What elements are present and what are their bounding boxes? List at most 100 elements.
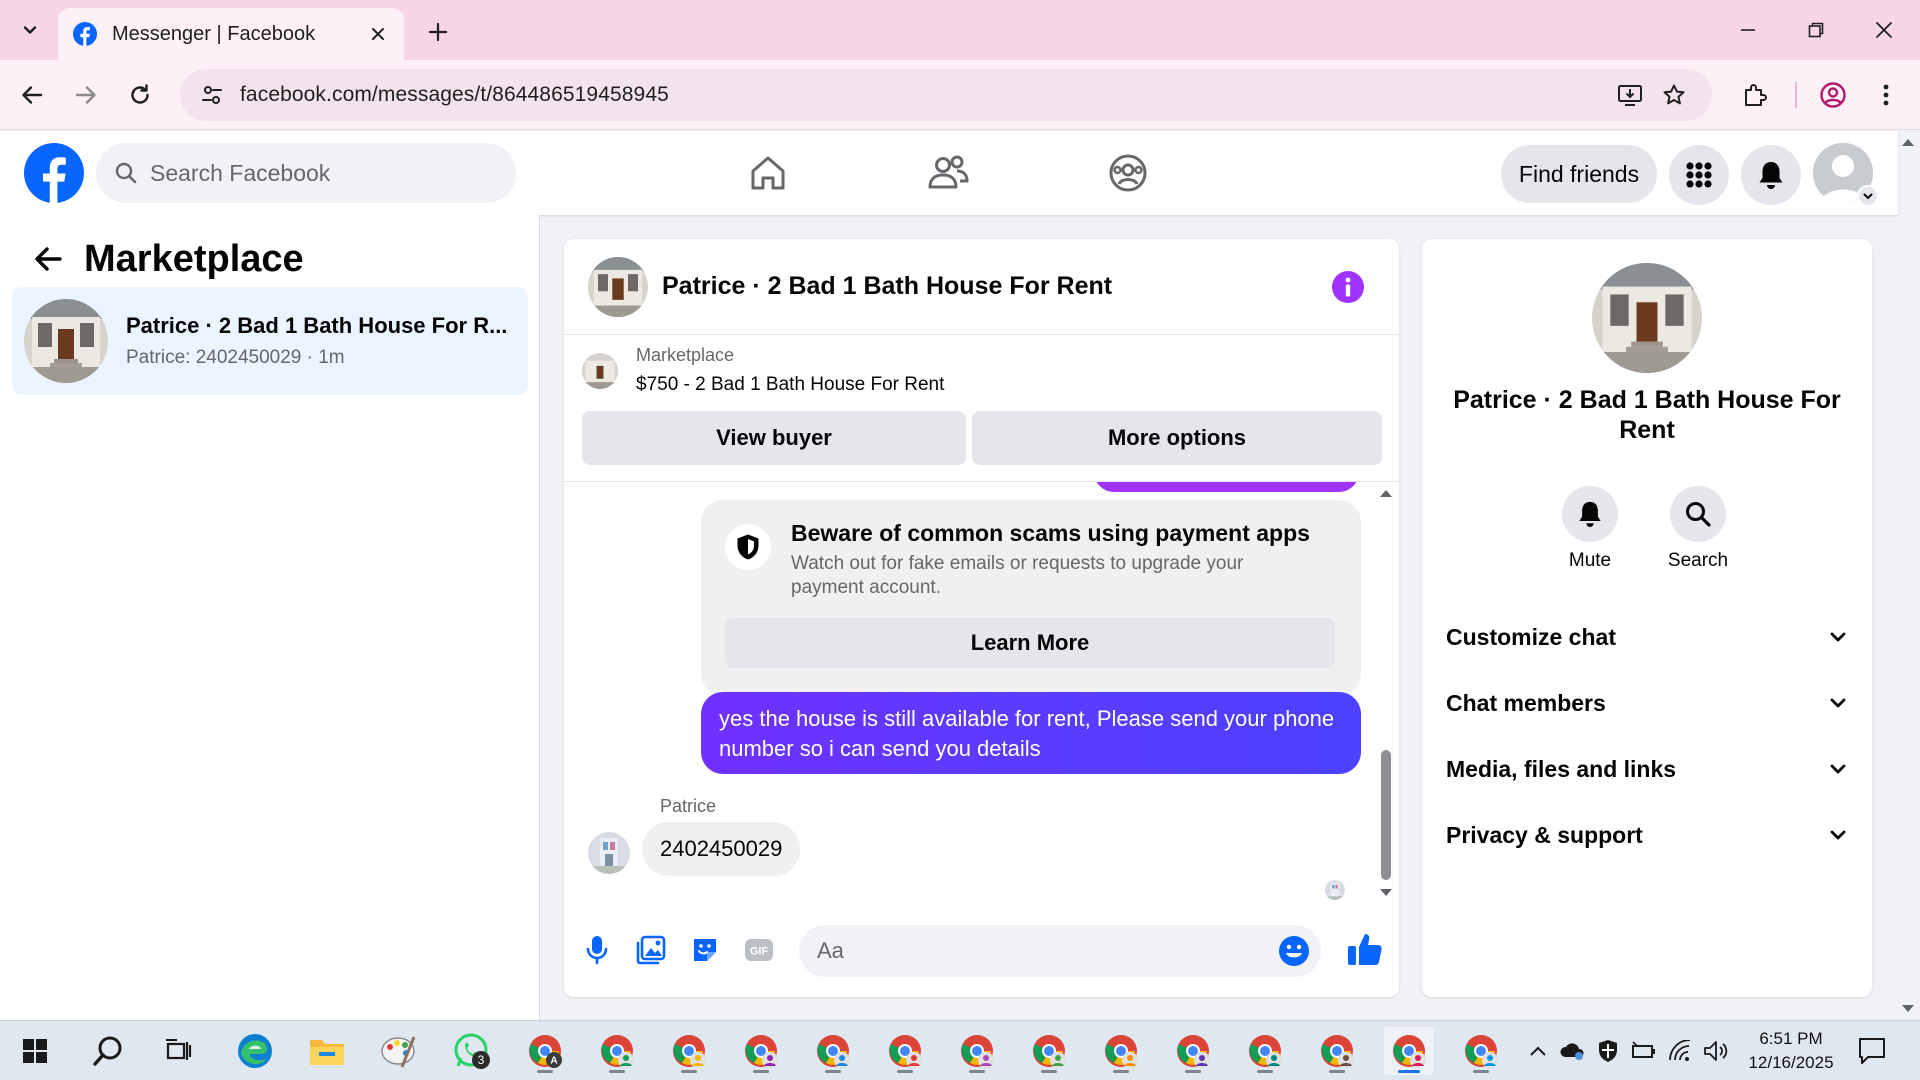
sender-name: Patrice bbox=[660, 796, 717, 816]
security-shield-icon[interactable] bbox=[1594, 1037, 1622, 1065]
facebook-logo[interactable] bbox=[24, 143, 84, 203]
chat-title[interactable]: Patrice · 2 Bad 1 Bath House For Rent bbox=[662, 272, 1112, 301]
gif-icon[interactable]: GIF bbox=[742, 933, 776, 967]
account-avatar[interactable] bbox=[1813, 143, 1879, 207]
chrome-profile-icon[interactable] bbox=[664, 1027, 714, 1075]
menu-icon[interactable] bbox=[1866, 75, 1906, 115]
message-scrollbar-thumb[interactable] bbox=[1381, 750, 1391, 880]
thumbs-up-icon[interactable] bbox=[1346, 931, 1384, 969]
conversation-item[interactable]: Patrice · 2 Bad 1 Bath House For R... Pa… bbox=[12, 287, 528, 395]
message-input-box[interactable] bbox=[799, 925, 1321, 977]
chrome-profile-icon[interactable] bbox=[1312, 1027, 1362, 1075]
plus-icon[interactable] bbox=[418, 14, 458, 50]
message-input[interactable] bbox=[817, 938, 1257, 964]
windows-start-icon[interactable] bbox=[10, 1027, 60, 1075]
forward-icon[interactable] bbox=[66, 75, 106, 115]
restore-icon[interactable] bbox=[1788, 10, 1844, 50]
mute-label: Mute bbox=[1568, 550, 1612, 571]
wifi-icon[interactable] bbox=[1666, 1037, 1694, 1065]
address-bar[interactable]: facebook.com/messages/t/864486519458945 bbox=[180, 69, 1712, 121]
close-window-icon[interactable] bbox=[1856, 10, 1912, 50]
sender-avatar[interactable] bbox=[588, 832, 630, 874]
listing-thumbnail bbox=[582, 353, 618, 389]
chrome-profile-icon[interactable] bbox=[952, 1027, 1002, 1075]
facebook-search-input[interactable] bbox=[150, 159, 480, 187]
chrome-profile-icon[interactable] bbox=[880, 1027, 930, 1075]
facebook-search-box[interactable] bbox=[96, 143, 516, 203]
browser-tab-messenger[interactable]: Messenger | Facebook bbox=[58, 8, 404, 60]
bookmark-star-icon[interactable] bbox=[1658, 79, 1690, 111]
scroll-down-arrow-icon[interactable] bbox=[1379, 888, 1393, 898]
emoji-icon[interactable] bbox=[1277, 934, 1311, 968]
chat-members-section[interactable]: Chat members bbox=[1446, 675, 1848, 731]
back-icon[interactable] bbox=[12, 75, 52, 115]
media-files-links-section[interactable]: Media, files and links bbox=[1446, 741, 1848, 797]
incoming-message[interactable]: 2402450029 bbox=[642, 822, 801, 876]
find-friends-button[interactable]: Find friends bbox=[1501, 145, 1657, 203]
message-list[interactable]: Beware of common scams using payment app… bbox=[564, 481, 1399, 907]
facebook-header: Find friends bbox=[0, 131, 1898, 215]
info-avatar[interactable] bbox=[1592, 263, 1702, 373]
friends-icon[interactable] bbox=[922, 147, 974, 199]
running-indicator bbox=[681, 1070, 697, 1073]
task-view-icon[interactable] bbox=[154, 1027, 204, 1075]
customize-chat-section[interactable]: Customize chat bbox=[1446, 609, 1848, 665]
learn-more-button[interactable]: Learn More bbox=[725, 618, 1335, 668]
running-indicator bbox=[825, 1070, 841, 1073]
search-action[interactable]: Search bbox=[1648, 486, 1748, 572]
reload-icon[interactable] bbox=[120, 75, 160, 115]
page-scroll-down-arrow-icon[interactable] bbox=[1901, 1004, 1915, 1014]
chrome-profile-icon[interactable] bbox=[736, 1027, 786, 1075]
scam-warning-title: Beware of common scams using payment app… bbox=[791, 520, 1310, 546]
photo-icon[interactable] bbox=[634, 933, 668, 967]
file-explorer-icon[interactable] bbox=[302, 1027, 352, 1075]
chrome-profile-icon[interactable]: A bbox=[520, 1027, 570, 1075]
taskbar-clock[interactable]: 6:51 PM 12/16/2025 bbox=[1742, 1027, 1840, 1075]
whatsapp-icon[interactable]: 3 bbox=[446, 1027, 496, 1075]
outgoing-message[interactable]: yes the house is still available for ren… bbox=[701, 692, 1361, 774]
onedrive-icon[interactable] bbox=[1558, 1037, 1586, 1065]
mute-action[interactable]: Mute bbox=[1540, 486, 1640, 572]
notification-center-icon[interactable] bbox=[1856, 1035, 1888, 1067]
volume-icon[interactable] bbox=[1702, 1037, 1730, 1065]
minimize-icon[interactable] bbox=[1720, 10, 1776, 50]
notifications-bell-icon[interactable] bbox=[1741, 145, 1801, 205]
tab-search-icon[interactable] bbox=[10, 12, 50, 48]
edge-browser-icon[interactable] bbox=[230, 1027, 280, 1075]
chrome-profile-icon-active[interactable] bbox=[1384, 1027, 1434, 1075]
taskbar-search-icon[interactable] bbox=[83, 1027, 133, 1075]
privacy-support-section[interactable]: Privacy & support bbox=[1446, 807, 1848, 863]
groups-icon[interactable] bbox=[1102, 147, 1154, 199]
sticker-icon[interactable] bbox=[688, 933, 722, 967]
bell-icon[interactable] bbox=[1562, 486, 1618, 542]
chrome-profile-icon[interactable] bbox=[592, 1027, 642, 1075]
search-icon[interactable] bbox=[1670, 486, 1726, 542]
chrome-profile-icon[interactable] bbox=[808, 1027, 858, 1075]
profile-icon[interactable] bbox=[1813, 75, 1853, 115]
site-info-icon[interactable] bbox=[196, 79, 228, 111]
more-options-button[interactable]: More options bbox=[972, 411, 1382, 465]
section-label: Media, files and links bbox=[1446, 755, 1677, 782]
info-icon[interactable] bbox=[1331, 270, 1365, 304]
battery-icon[interactable] bbox=[1630, 1037, 1658, 1065]
chevron-up-icon[interactable] bbox=[1524, 1037, 1552, 1065]
microphone-icon[interactable] bbox=[580, 933, 614, 967]
close-icon[interactable] bbox=[366, 22, 390, 46]
home-icon[interactable] bbox=[742, 147, 794, 199]
chrome-profile-icon[interactable] bbox=[1240, 1027, 1290, 1075]
chrome-profile-icon[interactable] bbox=[1168, 1027, 1218, 1075]
scroll-up-arrow-icon[interactable] bbox=[1379, 488, 1393, 498]
menu-grid-icon[interactable] bbox=[1669, 145, 1729, 205]
view-buyer-button[interactable]: View buyer bbox=[582, 411, 966, 465]
page-scroll-up-arrow-icon[interactable] bbox=[1901, 137, 1915, 147]
chrome-profile-icon[interactable] bbox=[1456, 1027, 1506, 1075]
paint-app-icon[interactable] bbox=[374, 1027, 424, 1075]
chrome-profile-icon[interactable] bbox=[1024, 1027, 1074, 1075]
chat-avatar[interactable] bbox=[588, 256, 648, 317]
clock-date: 12/16/2025 bbox=[1748, 1053, 1834, 1072]
chrome-profile-icon[interactable] bbox=[1096, 1027, 1146, 1075]
extensions-icon[interactable] bbox=[1734, 75, 1774, 115]
install-app-icon[interactable] bbox=[1614, 79, 1646, 111]
chrome-profile-letter: A bbox=[550, 1056, 557, 1067]
back-arrow-icon[interactable] bbox=[26, 237, 70, 281]
